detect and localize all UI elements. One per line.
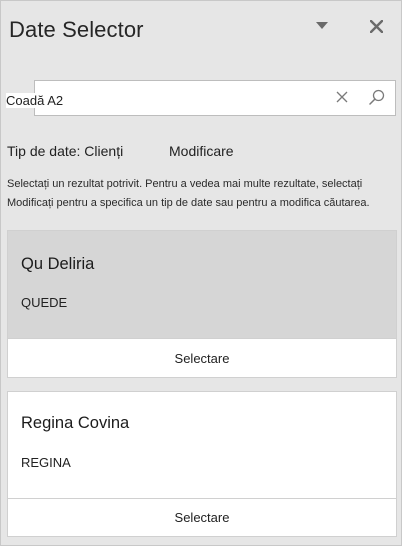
- clear-search-button[interactable]: [335, 90, 349, 109]
- result-name: Qu Deliria: [21, 255, 95, 273]
- result-code: REGINA: [21, 455, 71, 470]
- search-value[interactable]: Coadă A2: [6, 93, 65, 108]
- pane-title: Date Selector: [9, 17, 144, 42]
- pane-options-button[interactable]: [309, 13, 335, 39]
- clear-icon: [336, 91, 348, 103]
- data-selector-pane: Date Selector Coadă A2 Tip de date: Clie…: [0, 0, 402, 546]
- modify-link[interactable]: Modificare: [169, 143, 234, 159]
- result-card-body[interactable]: Regina Covina REGINA: [8, 392, 396, 498]
- close-icon: [369, 19, 383, 33]
- result-name: Regina Covina: [21, 414, 130, 432]
- search-button[interactable]: [369, 89, 385, 110]
- result-card[interactable]: Qu Deliria QUEDE Selectare: [7, 230, 397, 378]
- close-pane-button[interactable]: [363, 13, 389, 39]
- search-icon: [369, 89, 385, 105]
- help-text: Selectați un rezultat potrivit. Pentru a…: [7, 178, 370, 209]
- result-code: QUEDE: [21, 295, 68, 310]
- result-card[interactable]: Regina Covina REGINA Selectare: [7, 391, 397, 537]
- search-input[interactable]: [34, 80, 396, 116]
- chevron-down-icon: [316, 22, 328, 29]
- select-button[interactable]: Selectare: [8, 338, 396, 377]
- select-button[interactable]: Selectare: [8, 498, 396, 536]
- data-type-label: Tip de date: Clienți: [7, 143, 124, 159]
- result-card-body[interactable]: Qu Deliria QUEDE: [8, 231, 396, 338]
